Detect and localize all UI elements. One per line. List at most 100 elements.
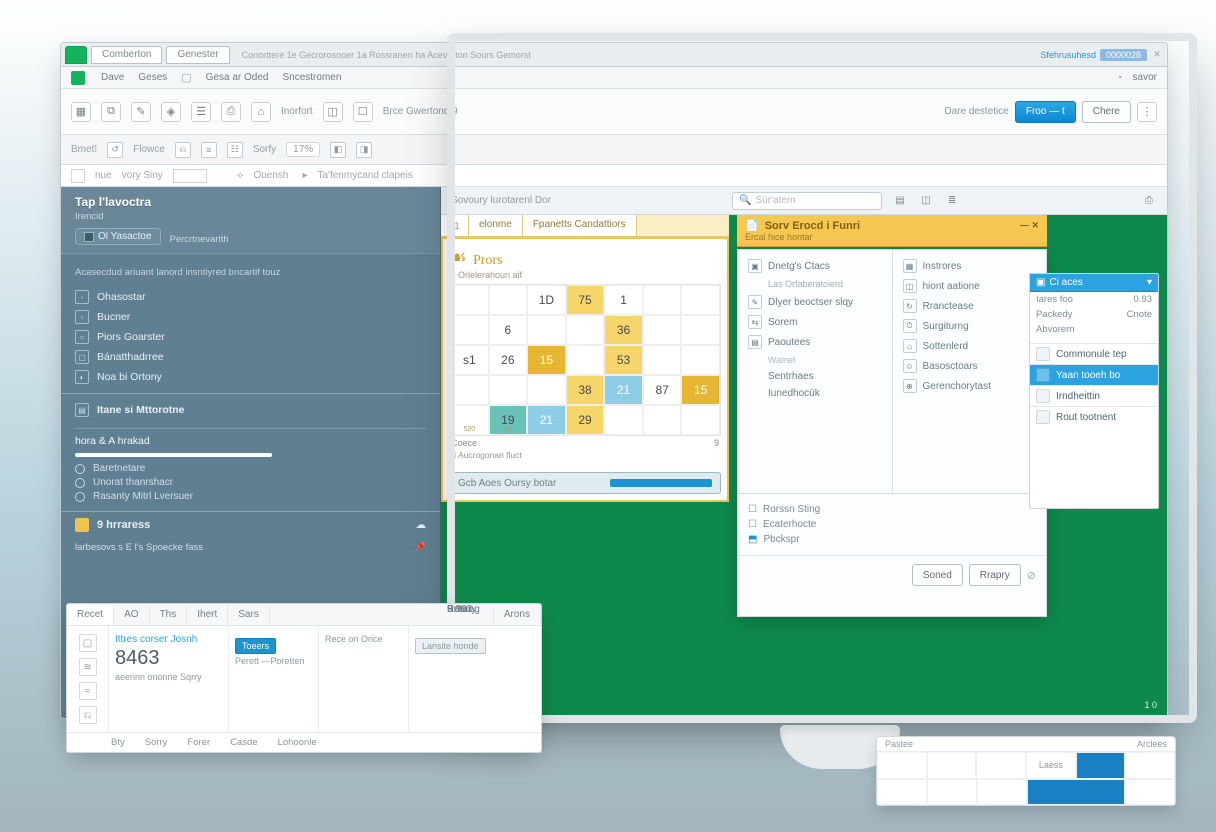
qb-6[interactable]: ⊕Gerenchorytast (903, 376, 1037, 396)
key-b2[interactable] (977, 779, 1027, 806)
calendar-cell[interactable]: 15 (527, 345, 566, 375)
metric2-btn[interactable]: Toeers (235, 638, 276, 654)
stab-0[interactable]: Recet (67, 605, 114, 625)
side-chip-link[interactable]: Percrtnevarith (169, 234, 228, 245)
ribbon-icon-g[interactable]: ⌂ (251, 102, 271, 122)
toolbar-icon-c[interactable]: ≣ (944, 193, 960, 209)
nav-item-1[interactable]: ▫Bucner (75, 307, 426, 327)
qa-0[interactable]: ▣Dnetg's Ctacs (748, 256, 882, 276)
calendar-cell[interactable]: 29 (566, 405, 605, 435)
key-2[interactable] (976, 752, 1026, 779)
menu-tools[interactable]: Sncestromen (282, 72, 341, 83)
stab-4[interactable]: Sars (228, 605, 270, 624)
close-icon[interactable]: ✕ (1151, 49, 1163, 60)
calendar-cell[interactable] (566, 315, 605, 345)
sf-0[interactable]: Bty (111, 737, 125, 748)
toolbar-icon-d[interactable]: ⎙ (1141, 193, 1157, 209)
qb-4[interactable]: ⌂Sottenlerd (903, 336, 1037, 356)
calendar-cell[interactable] (566, 345, 605, 375)
calendar-cell[interactable]: 21 (604, 375, 643, 405)
radio-c[interactable]: Rasanty Mitrl Lversuer (75, 491, 426, 502)
key-5[interactable] (1125, 752, 1175, 779)
calendar-cell[interactable] (450, 315, 489, 345)
calendar-cell[interactable]: 75 (566, 285, 605, 315)
ribbon2-icon-c[interactable]: ≡ (201, 142, 217, 158)
ribbon-icon-i[interactable]: ☐ (353, 102, 373, 122)
user-icon[interactable]: ◔ (1116, 72, 1123, 84)
toolbar-icon-a[interactable]: ▤ (892, 193, 908, 209)
key-3[interactable]: Laess (1026, 752, 1076, 779)
sum-item-0[interactable]: Commonule tep (1030, 343, 1158, 364)
ribbon-icon-d[interactable]: ◈ (161, 102, 181, 122)
overflow-icon[interactable]: ⋮ (1137, 102, 1157, 122)
ribbon2-icon-f[interactable]: ◨ (356, 142, 372, 158)
calendar-cell[interactable] (604, 405, 643, 435)
key-0[interactable] (877, 752, 927, 779)
qa-2[interactable]: ⇆Sorem (748, 312, 882, 332)
calendar-cell[interactable]: 6 (489, 315, 528, 345)
key-b4[interactable] (1125, 779, 1175, 806)
stat-ico-c[interactable]: ≈ (79, 682, 97, 700)
calendar-cell[interactable] (527, 375, 566, 405)
qb-5[interactable]: ☺Basosctoars (903, 356, 1037, 376)
ribbon2-icon-a[interactable]: ↺ (107, 142, 123, 158)
calendar-cell[interactable] (681, 285, 720, 315)
calendar-cell[interactable]: 53 (604, 345, 643, 375)
search-input[interactable]: 🔍 Sür'atern (732, 192, 882, 210)
nav-item-4[interactable]: ◐Noa bi Ortony (75, 367, 426, 387)
cell-ref-icon[interactable] (71, 169, 85, 183)
key-b3[interactable] (1027, 779, 1125, 806)
account-link[interactable]: Sfehrusuhesd (1040, 50, 1096, 60)
menu-edit[interactable]: Geses (138, 72, 167, 83)
ribbon-icon-f[interactable]: ⎙ (221, 102, 241, 122)
calendar-cell[interactable]: 87 (643, 375, 682, 405)
calendar-cell[interactable] (643, 345, 682, 375)
radio-b[interactable]: Unorat thanrshacr (75, 477, 426, 488)
stab-3[interactable]: Ihert (187, 605, 228, 624)
stab-2[interactable]: Ths (150, 605, 188, 624)
sum-item-3[interactable]: Rout tootnent (1030, 406, 1158, 427)
formula-input[interactable] (173, 169, 207, 183)
tab-indicator-green[interactable] (65, 46, 87, 64)
calendar-cell[interactable] (450, 375, 489, 405)
ribbon-icon-c[interactable]: ✎ (131, 102, 151, 122)
menu-view[interactable]: Gesa ar Oded (206, 72, 269, 83)
calendar-cell[interactable]: 520 (450, 405, 489, 435)
sf-1[interactable]: Sorry (145, 737, 168, 748)
key-1[interactable] (927, 752, 977, 779)
calendar-cell[interactable] (643, 315, 682, 345)
calendar-cell[interactable] (681, 405, 720, 435)
calendar-cell[interactable]: 36 (604, 315, 643, 345)
qb-3[interactable]: ⏱Surgiturng (903, 316, 1037, 336)
ribbon2-mid-b[interactable]: Sorfy (253, 144, 276, 155)
qa-1[interactable]: ✎Dlyer beoctser slqy (748, 292, 882, 312)
calendar-cell[interactable]: 1D (527, 285, 566, 315)
stat-ico-a[interactable]: ▢ (79, 634, 97, 652)
qa-3[interactable]: ▤Paoutees (748, 332, 882, 352)
sf-lead-tab[interactable]: 91 (441, 215, 469, 236)
quick-button-a[interactable]: Soned (912, 564, 963, 586)
sf-tab-b[interactable]: Fpanetts Candattiors (523, 215, 637, 236)
calendar-cell[interactable]: 15 (681, 375, 720, 405)
stab-1[interactable]: AO (114, 605, 149, 624)
key-b1[interactable] (927, 779, 977, 806)
nav-item-0[interactable]: ◦Ohasostar (75, 287, 426, 307)
calendar-cell[interactable] (450, 285, 489, 315)
top-tab-b[interactable]: Genester (166, 46, 229, 64)
calendar-progress-bar[interactable]: Gcb Aoes Oursy botar (449, 472, 721, 494)
calendar-cell[interactable] (643, 285, 682, 315)
sf-3[interactable]: Casde (230, 737, 257, 748)
cloud-icon[interactable]: ☁ (416, 519, 427, 531)
stat-ico-d[interactable]: ⎌ (79, 706, 97, 724)
calendar-cell[interactable] (681, 345, 720, 375)
stat-ico-b[interactable]: ≋ (79, 658, 97, 676)
sf-2[interactable]: Forer (187, 737, 210, 748)
nav-bold[interactable]: ▤ Itane si Mttorotne (75, 400, 426, 420)
nav-item-3[interactable]: ▢Bánatthadrree (75, 347, 426, 367)
ribbon2-icon-d[interactable]: ☷ (227, 142, 243, 158)
menu-file[interactable]: Dave (101, 72, 124, 83)
calendar-cell[interactable]: 26 (489, 345, 528, 375)
calendar-cell[interactable] (489, 285, 528, 315)
qb-1[interactable]: ◫hiont aatione (903, 276, 1037, 296)
ribbon-icon-e[interactable]: ☰ (191, 102, 211, 122)
